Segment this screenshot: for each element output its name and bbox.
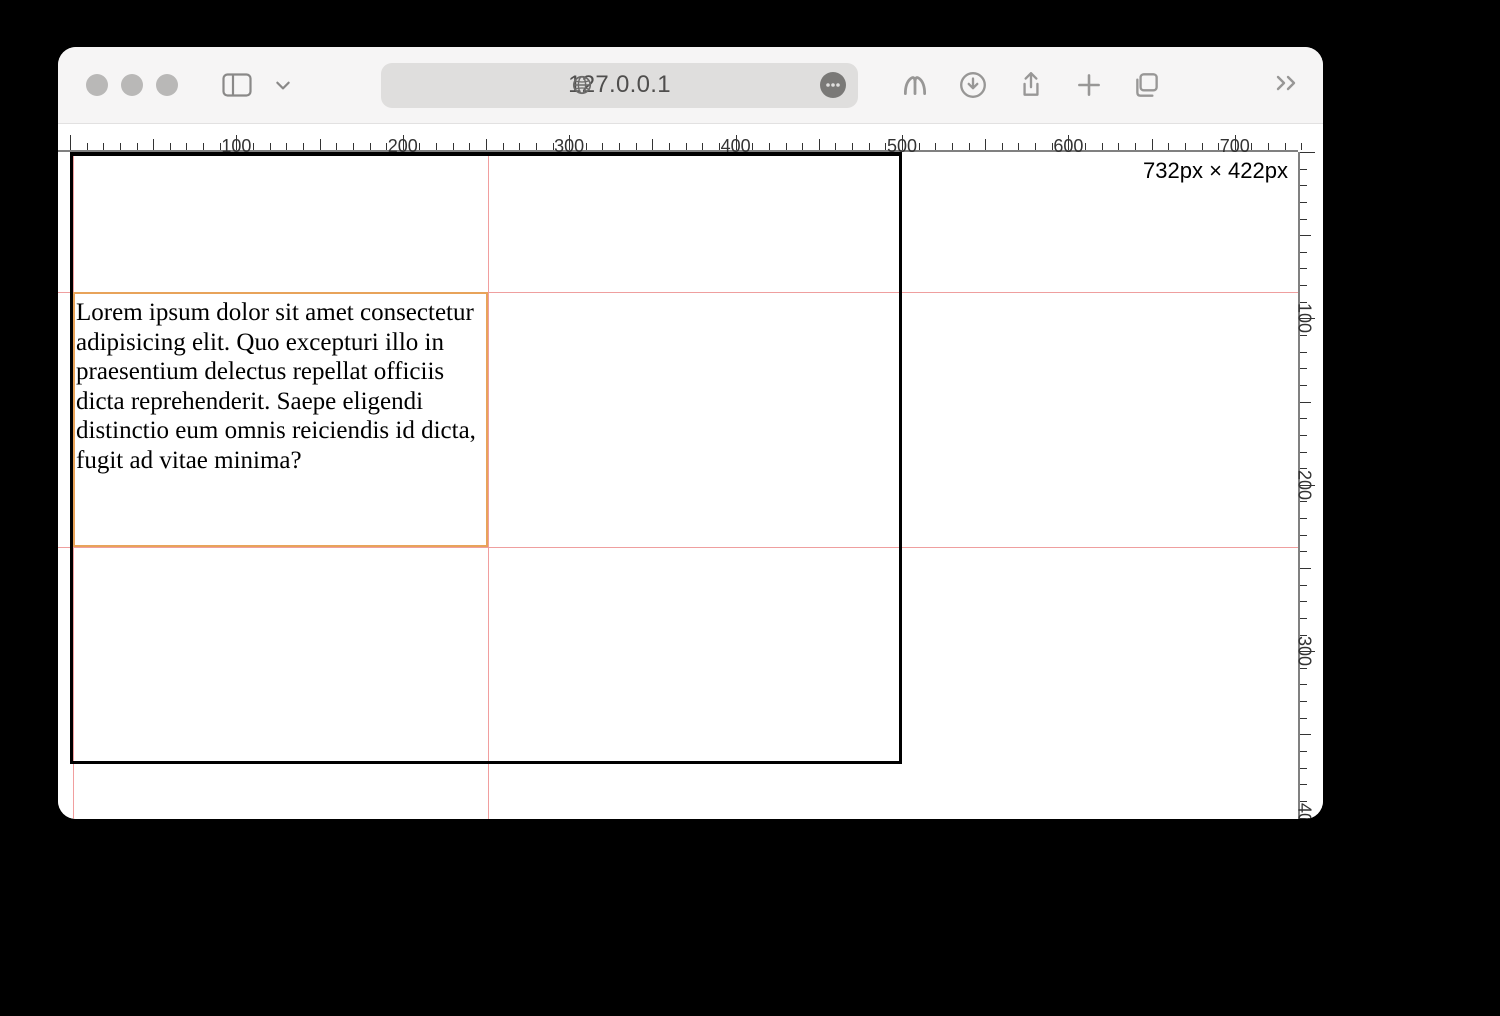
site-settings-button[interactable] (820, 72, 846, 98)
sidebar-toggle-button[interactable] (220, 71, 254, 99)
page-viewport: 732px × 422px Lorem ipsum dolor sit amet… (58, 152, 1298, 819)
close-window-button[interactable] (86, 74, 108, 96)
maximize-window-button[interactable] (156, 74, 178, 96)
toolbar-right (900, 70, 1162, 100)
tabs-overview-button[interactable] (1132, 70, 1162, 100)
globe-icon (571, 74, 593, 96)
dimensions-overlay: 732px × 422px (1143, 158, 1288, 184)
minimize-window-button[interactable] (121, 74, 143, 96)
ruler-horizontal: 100200300400500600700 (58, 124, 1298, 152)
url-text: 127.0.0.1 (393, 71, 846, 99)
honey-icon (900, 70, 930, 100)
toolbar-overflow-button[interactable] (1275, 74, 1299, 97)
window-controls (86, 74, 178, 96)
browser-titlebar: 127.0.0.1 (58, 47, 1323, 124)
ellipsis-icon (825, 82, 841, 88)
browser-content: 100200300400500600700 100200300400 732px… (58, 124, 1323, 819)
browser-window: 127.0.0.1 (58, 47, 1323, 819)
honey-extension-button[interactable] (900, 70, 930, 100)
share-icon (1016, 70, 1046, 100)
tabs-icon (1132, 70, 1162, 100)
downloads-button[interactable] (958, 70, 988, 100)
paragraph-element: Lorem ipsum dolor sit amet consectetur a… (76, 298, 482, 475)
share-button[interactable] (1016, 70, 1046, 100)
address-bar[interactable]: 127.0.0.1 (381, 63, 858, 108)
chevron-down-icon[interactable] (274, 76, 292, 94)
plus-icon (1074, 70, 1104, 100)
new-tab-button[interactable] (1074, 70, 1104, 100)
chevrons-right-icon (1275, 74, 1299, 92)
download-icon (958, 70, 988, 100)
ruler-vertical: 100200300400 (1298, 152, 1323, 819)
sidebar-icon (222, 73, 252, 97)
